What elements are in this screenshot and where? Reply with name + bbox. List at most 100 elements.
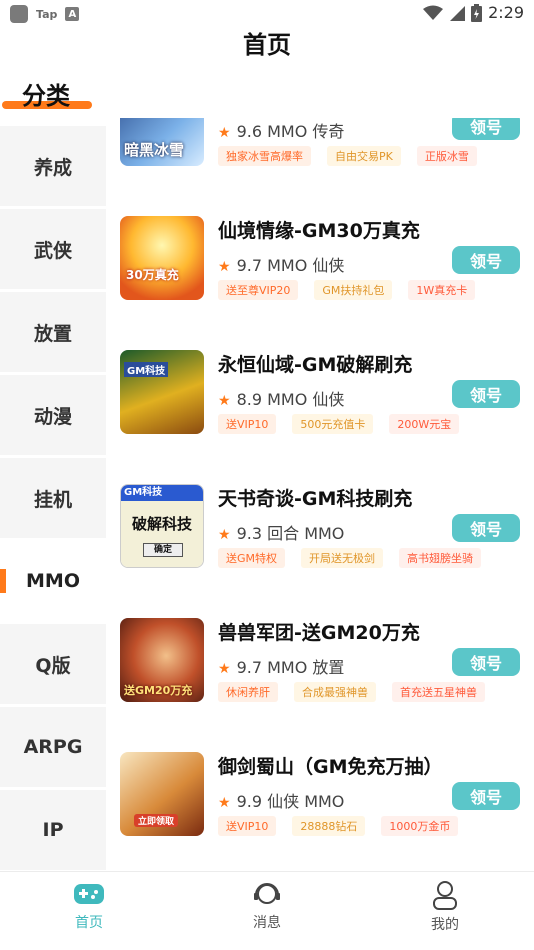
game-thumbnail: GM科技 破解科技 确定 [120, 484, 204, 568]
game-meta: ★ 9.3 回合 MMO [218, 520, 344, 544]
clock: 2:29 [488, 3, 524, 22]
sidebar-item-label: 放置 [33, 322, 72, 345]
game-tags: 独家冰雪高爆率 自由交易PK 正版冰雪 [218, 146, 477, 166]
thumb-caption: 送GM20万充 [124, 684, 193, 697]
sidebar-item-label: IP [42, 819, 64, 841]
game-tags: 送VIP10 28888钻石 1000万金币 [218, 816, 459, 836]
game-tag: 休闲养肝 [218, 682, 278, 702]
game-tag: 28888钻石 [292, 816, 366, 836]
sidebar-item-label: MMO [26, 570, 80, 592]
game-genres: MMO 仙侠 [267, 256, 345, 275]
nav-label: 我的 [431, 917, 459, 933]
game-card[interactable]: 暗黑冰雪 ★ 9.6 MMO 传奇 独家冰雪高爆率 自由交易PK 正版冰雪 领号 [106, 118, 534, 172]
claim-account-button[interactable]: 领号 [452, 246, 520, 274]
game-tags: 送GM特权 开局送无极剑 高书翅膀坐骑 [218, 548, 482, 568]
star-icon: ★ [218, 795, 231, 811]
active-indicator [0, 569, 6, 593]
game-title: 兽兽军团-送GM20万充 [218, 622, 420, 644]
game-genres: MMO 传奇 [267, 122, 345, 141]
sidebar-item-label: 养成 [33, 156, 72, 179]
sidebar-item-qban[interactable]: Q版 [0, 624, 106, 704]
app-a-icon: A [65, 7, 80, 21]
sidebar-item-wuxia[interactable]: 武侠 [0, 209, 106, 289]
game-tags: 送至尊VIP20 GM扶持礼包 1W真充卡 [218, 280, 476, 300]
star-icon: ★ [218, 125, 231, 141]
game-thumbnail: 30万真充 [120, 216, 204, 300]
nav-label: 消息 [253, 915, 281, 931]
sidebar-item-label: 挂机 [33, 488, 72, 511]
claim-account-button[interactable]: 领号 [452, 514, 520, 542]
claim-account-button[interactable]: 领号 [452, 648, 520, 676]
sidebar-item-label: ARPG [23, 736, 83, 758]
thumb-caption: 立即领取 [134, 814, 179, 827]
game-title: 永恒仙域-GM破解刷充 [218, 354, 413, 376]
page-title: 首页 [243, 31, 291, 59]
sidebar-item-mmo[interactable]: MMO [0, 541, 106, 621]
game-tag: 首充送五星神兽 [392, 682, 485, 702]
sidebar-item-label: 武侠 [33, 239, 72, 262]
game-genres: MMO 仙侠 [267, 390, 345, 409]
sidebar-item-guaji[interactable]: 挂机 [0, 458, 106, 538]
gamepad-icon [74, 884, 104, 904]
thumb-confirm: 确定 [143, 543, 183, 557]
sidebar-item-fangzhi[interactable]: 放置 [0, 292, 106, 372]
headset-icon [254, 883, 280, 904]
battery-icon [471, 3, 483, 22]
header: 首页 [0, 28, 534, 66]
game-tag: 送GM特权 [218, 548, 286, 568]
game-card[interactable]: 立即领取 御剑蜀山（GM免充万抽） ★ 9.9 仙侠 MMO 送VIP10 288… [106, 752, 534, 842]
bottom-nav: 首页 消息 我的 [0, 871, 534, 950]
star-icon: ★ [218, 393, 231, 409]
sidebar-item-dongman[interactable]: 动漫 [0, 375, 106, 455]
game-tag: 送VIP10 [218, 816, 277, 836]
game-card[interactable]: GM科技 永恒仙域-GM破解刷充 ★ 8.9 MMO 仙侠 送VIP10 500元… [106, 350, 534, 440]
game-meta: ★ 9.6 MMO 传奇 [218, 118, 344, 142]
game-title: 御剑蜀山（GM免充万抽） [218, 756, 443, 778]
nav-home[interactable]: 首页 [29, 880, 149, 932]
game-tag: 独家冰雪高爆率 [218, 146, 311, 166]
claim-account-button[interactable]: 领号 [452, 380, 520, 408]
game-tag: 高书翅膀坐骑 [399, 548, 482, 568]
game-title: 天书奇谈-GM科技刷充 [218, 488, 413, 510]
user-icon [433, 881, 457, 910]
thumb-caption: GM科技 [121, 485, 203, 501]
game-thumbnail: 送GM20万充 [120, 618, 204, 702]
sidebar-item-arpg[interactable]: ARPG [0, 707, 106, 787]
game-thumbnail: 暗黑冰雪 [120, 118, 204, 166]
claim-account-button[interactable]: 领号 [452, 118, 520, 140]
game-tag: 送VIP10 [218, 414, 277, 434]
game-list: 暗黑冰雪 ★ 9.6 MMO 传奇 独家冰雪高爆率 自由交易PK 正版冰雪 领号 … [106, 118, 534, 871]
sidebar-item-yangcheng[interactable]: 养成 [0, 126, 106, 206]
star-icon: ★ [218, 259, 231, 275]
game-genres: 回合 MMO [267, 524, 345, 543]
sidebar-item-ip[interactable]: IP [0, 790, 106, 870]
sidebar-item-label: Q版 [35, 654, 71, 677]
game-meta: ★ 9.7 MMO 仙侠 [218, 252, 344, 276]
game-rating: 9.3 [236, 524, 263, 543]
game-tag: 开局送无极剑 [301, 548, 384, 568]
nav-messages[interactable]: 消息 [207, 880, 327, 932]
star-icon: ★ [218, 661, 231, 677]
game-tag: 500元充值卡 [292, 414, 374, 434]
game-meta: ★ 9.7 MMO 放置 [218, 654, 344, 678]
thumb-caption: 30万真充 [126, 268, 179, 282]
game-card[interactable]: 送GM20万充 兽兽军团-送GM20万充 ★ 9.7 MMO 放置 休闲养肝 合成… [106, 618, 534, 708]
game-tags: 送VIP10 500元充值卡 200W元宝 [218, 414, 460, 434]
category-heading: 分类 [22, 82, 70, 110]
status-right: 2:29 [423, 3, 524, 22]
wifi-icon [423, 5, 444, 20]
game-rating: 9.7 [236, 658, 263, 677]
thumb-caption: 暗黑冰雪 [124, 141, 185, 159]
nav-profile[interactable]: 我的 [385, 880, 505, 934]
game-title: 仙境情缘-GM30万真充 [218, 220, 420, 242]
claim-account-button[interactable]: 领号 [452, 782, 520, 810]
game-card[interactable]: 30万真充 仙境情缘-GM30万真充 ★ 9.7 MMO 仙侠 送至尊VIP20 … [106, 216, 534, 306]
game-genres: 仙侠 MMO [267, 792, 345, 811]
notification-icon [10, 5, 28, 23]
game-thumbnail: GM科技 [120, 350, 204, 434]
status-left: Tap A [10, 5, 80, 23]
game-meta: ★ 8.9 MMO 仙侠 [218, 386, 344, 410]
game-card[interactable]: GM科技 破解科技 确定 天书奇谈-GM科技刷充 ★ 9.3 回合 MMO 送GM… [106, 484, 534, 574]
status-bar: Tap A 2:29 [0, 0, 534, 28]
game-tag: 1000万金币 [381, 816, 459, 836]
